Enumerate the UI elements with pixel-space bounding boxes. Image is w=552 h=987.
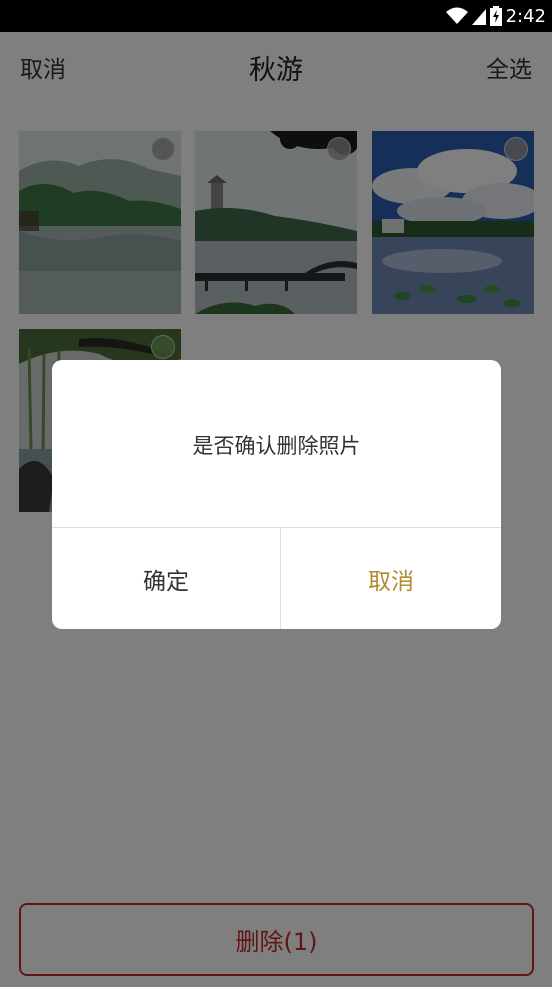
battery-charging-icon — [489, 6, 502, 26]
wifi-icon — [445, 7, 468, 25]
dialog-cancel-button[interactable]: 取消 — [281, 528, 501, 629]
dialog-message: 是否确认删除照片 — [192, 434, 361, 458]
status-time: 2:42 — [505, 5, 546, 27]
status-bar: 2:42 — [0, 0, 552, 32]
confirm-delete-dialog: 是否确认删除照片 确定 取消 — [52, 360, 501, 629]
confirm-button[interactable]: 确定 — [52, 528, 280, 629]
signal-icon — [471, 7, 486, 25]
